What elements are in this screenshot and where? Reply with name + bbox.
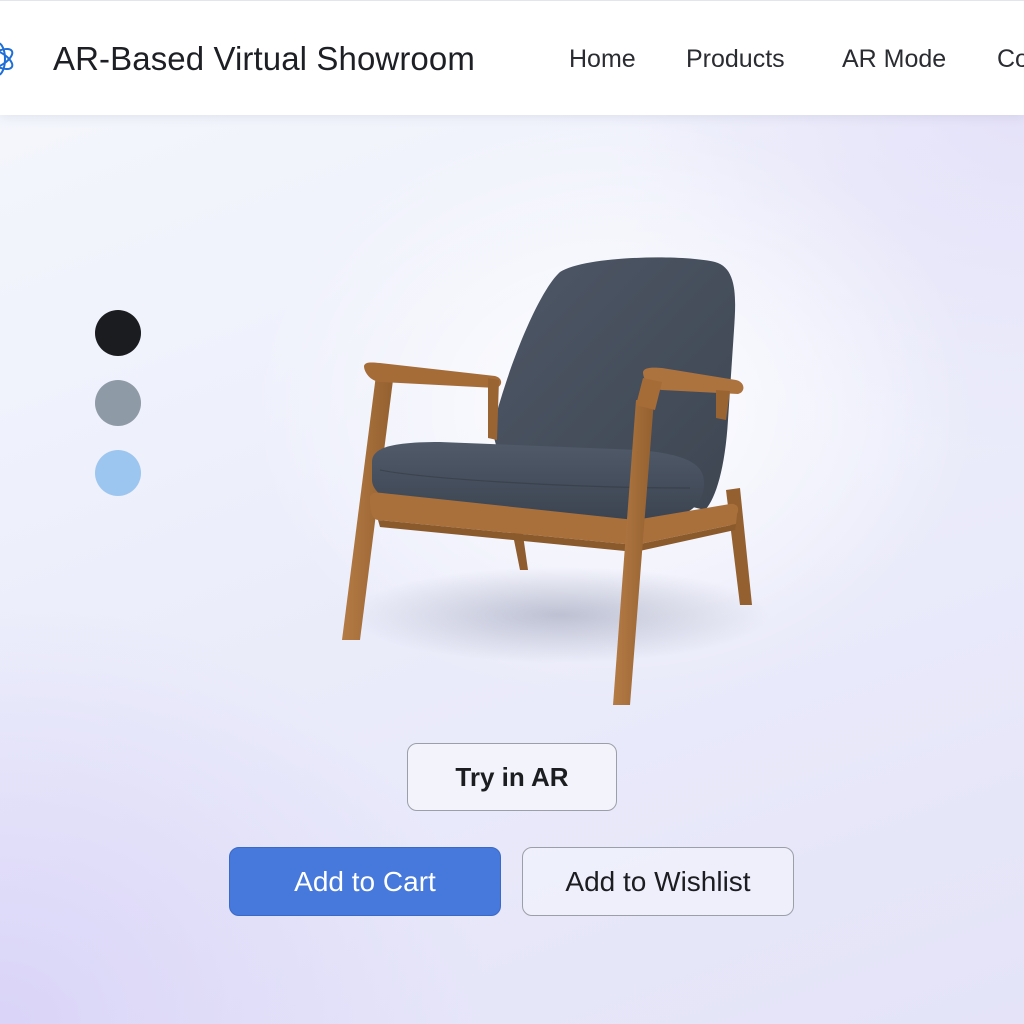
try-in-ar-button[interactable]: Try in AR <box>407 743 617 811</box>
armchair-image[interactable] <box>300 240 780 720</box>
nav-home-link[interactable]: Home <box>569 45 636 74</box>
nav-ar-mode-link[interactable]: AR Mode <box>842 45 946 74</box>
add-to-wishlist-button[interactable]: Add to Wishlist <box>522 847 794 916</box>
nav-contact-link[interactable]: Co <box>997 45 1024 74</box>
color-swatch-black[interactable] <box>95 310 141 356</box>
color-swatch-gray[interactable] <box>95 380 141 426</box>
app-title: AR-Based Virtual Showroom <box>53 40 475 77</box>
color-swatch-light-blue[interactable] <box>95 450 141 496</box>
atom-flower-logo-icon[interactable] <box>0 29 18 89</box>
add-to-cart-button[interactable]: Add to Cart <box>229 847 501 916</box>
nav-products-link[interactable]: Products <box>686 45 785 74</box>
top-header: AR-Based Virtual Showroom Home Products … <box>0 0 1024 115</box>
